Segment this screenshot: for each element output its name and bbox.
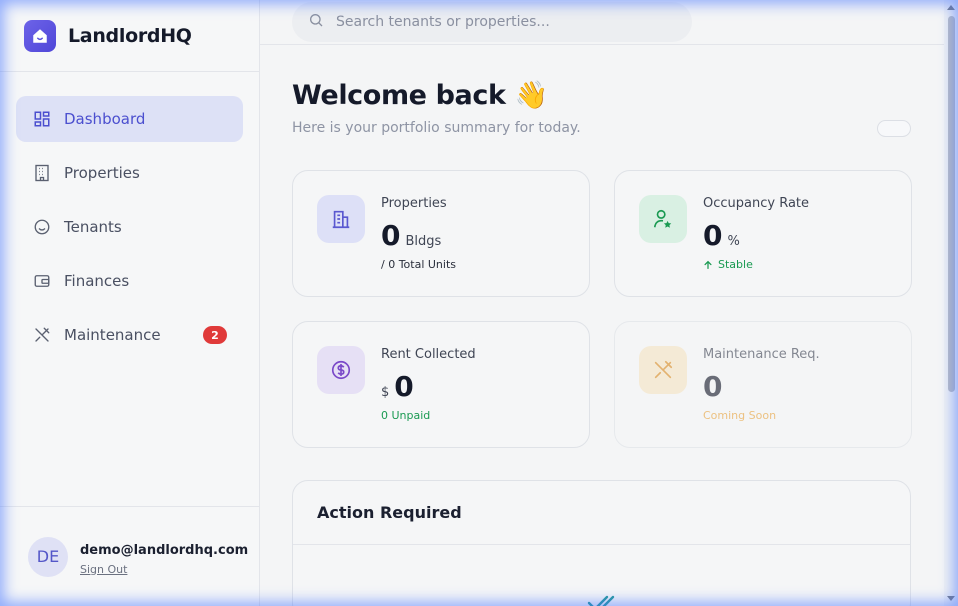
stat-card-maintenance: Maintenance Req. 0 Coming Soon	[614, 321, 912, 448]
card-note: Stable	[703, 258, 753, 271]
grid-icon	[32, 109, 52, 129]
check-double-icon	[587, 591, 617, 606]
sidebar-item-dashboard[interactable]: Dashboard	[16, 96, 243, 142]
sidebar-item-finances[interactable]: Finances	[16, 258, 243, 304]
building-icon	[32, 163, 52, 183]
tools-icon	[32, 325, 52, 345]
sidebar-item-label: Dashboard	[64, 110, 146, 128]
card-value-row: $ 0	[381, 370, 414, 403]
divider	[293, 544, 910, 545]
scrollbar-thumb[interactable]	[948, 16, 955, 392]
maintenance-count-badge: 2	[203, 326, 227, 344]
card-title: Rent Collected	[381, 347, 476, 362]
sidebar-nav: Dashboard Properties Tenants Finances Ma…	[0, 72, 259, 358]
action-required-panel: Action Required	[292, 480, 911, 606]
page-title: Welcome back 👋	[292, 80, 548, 111]
card-title: Occupancy Rate	[703, 196, 810, 211]
user-info: demo@landlordhq.com Sign Out	[80, 543, 248, 577]
sidebar-item-label: Finances	[64, 272, 130, 290]
toggle-switch[interactable]	[877, 120, 911, 137]
section-title: Action Required	[317, 503, 462, 522]
card-value: 0	[394, 370, 414, 403]
main-content: Welcome back 👋 Here is your portfolio su…	[260, 45, 944, 606]
user-star-icon	[639, 195, 687, 243]
sidebar-item-tenants[interactable]: Tenants	[16, 204, 243, 250]
topbar: Search tenants or properties...	[260, 0, 944, 45]
stat-card-properties[interactable]: Properties 0 Bldgs / 0 Total Units	[292, 170, 590, 297]
scrollbar[interactable]	[944, 0, 958, 606]
building-icon	[317, 195, 365, 243]
home-icon	[24, 19, 56, 52]
card-value-row: 0 Bldgs	[381, 219, 441, 252]
card-title: Properties	[381, 196, 447, 211]
card-unit: Bldgs	[405, 234, 442, 249]
card-note: 0 Unpaid	[381, 409, 431, 422]
stat-card-rent[interactable]: Rent Collected $ 0 0 Unpaid	[292, 321, 590, 448]
card-note-text: Stable	[718, 258, 753, 271]
currency-symbol: $	[381, 385, 390, 400]
search-icon	[308, 12, 324, 32]
dollar-circle-icon	[317, 346, 365, 394]
card-note: Coming Soon	[703, 409, 777, 422]
tools-icon	[639, 346, 687, 394]
stat-card-occupancy[interactable]: Occupancy Rate 0 % Stable	[614, 170, 912, 297]
sidebar-item-properties[interactable]: Properties	[16, 150, 243, 196]
wallet-icon	[32, 271, 52, 291]
scroll-down-arrow-icon[interactable]	[947, 596, 955, 601]
card-value: 0	[381, 219, 401, 252]
sidebar-item-label: Tenants	[64, 218, 122, 236]
user-profile: DE demo@landlordhq.com Sign Out	[0, 506, 259, 606]
brand-name: LandlordHQ	[68, 24, 192, 47]
user-email: demo@landlordhq.com	[80, 542, 249, 558]
card-title: Maintenance Req.	[703, 347, 820, 362]
search-placeholder: Search tenants or properties...	[336, 14, 550, 30]
arrow-up-icon	[703, 260, 713, 270]
card-value-row: 0	[703, 370, 722, 403]
scroll-up-arrow-icon[interactable]	[947, 5, 955, 10]
smile-icon	[32, 217, 52, 237]
card-value-row: 0 %	[703, 219, 740, 252]
page-subtitle: Here is your portfolio summary for today…	[292, 120, 581, 136]
sidebar-item-label: Maintenance	[64, 326, 161, 344]
avatar[interactable]: DE	[28, 536, 68, 577]
card-value: 0	[703, 219, 723, 252]
sidebar-item-label: Properties	[64, 164, 140, 182]
card-value: 0	[703, 370, 723, 403]
search-input[interactable]: Search tenants or properties...	[292, 2, 692, 42]
sign-out-link[interactable]: Sign Out	[80, 563, 127, 576]
sidebar-item-maintenance[interactable]: Maintenance 2	[16, 312, 243, 358]
card-unit: %	[727, 234, 740, 249]
sidebar: LandlordHQ Dashboard Properties Tenants …	[0, 0, 260, 606]
brand[interactable]: LandlordHQ	[0, 0, 259, 72]
card-note: / 0 Total Units	[381, 258, 457, 271]
